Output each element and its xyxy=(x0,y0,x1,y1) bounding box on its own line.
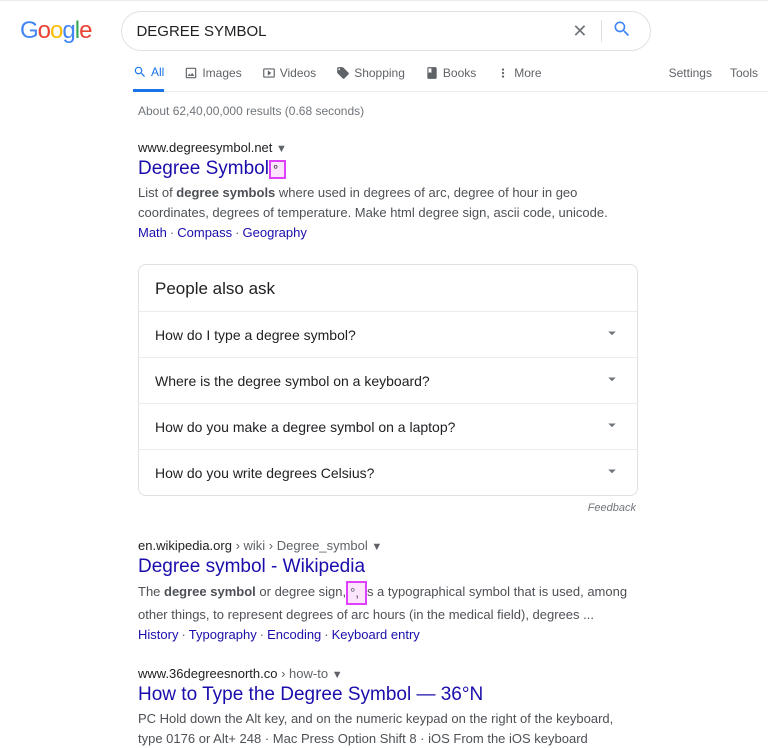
result-stats: About 62,40,00,000 results (0.68 seconds… xyxy=(138,104,638,118)
tab-images[interactable]: Images xyxy=(184,65,241,91)
sublink[interactable]: Compass xyxy=(177,225,232,240)
tab-videos[interactable]: Videos xyxy=(262,65,316,91)
search-result: en.wikipedia.org › wiki › Degree_symbol … xyxy=(138,538,638,642)
tab-label: Shopping xyxy=(354,66,405,80)
chevron-down-icon xyxy=(603,416,621,437)
sublink[interactable]: Geography xyxy=(243,225,307,240)
dropdown-icon[interactable]: ▼ xyxy=(276,143,287,155)
search-box[interactable]: ✕ xyxy=(121,11,651,51)
tab-more[interactable]: More xyxy=(496,65,541,91)
result-snippet: PC Hold down the Alt key, and on the num… xyxy=(138,709,638,748)
highlight-degree: °, xyxy=(346,581,367,605)
result-url[interactable]: en.wikipedia.org › wiki › Degree_symbol … xyxy=(138,538,638,553)
result-snippet: List of degree symbols where used in deg… xyxy=(138,183,638,222)
result-title[interactable]: How to Type the Degree Symbol — 36°N xyxy=(138,684,483,706)
chevron-down-icon xyxy=(603,324,621,345)
paa-question[interactable]: How do I type a degree symbol? xyxy=(139,311,637,357)
tab-label: Books xyxy=(443,66,476,80)
sublink[interactable]: Keyboard entry xyxy=(332,627,420,642)
search-input[interactable] xyxy=(136,23,564,40)
result-url[interactable]: www.36degreesnorth.co › how-to ▼ xyxy=(138,666,638,681)
google-logo[interactable]: Google xyxy=(20,17,91,45)
paa-question[interactable]: Where is the degree symbol on a keyboard… xyxy=(139,357,637,403)
tab-all[interactable]: All xyxy=(133,65,164,92)
paa-question[interactable]: How do you write degrees Celsius? xyxy=(139,449,637,495)
result-sublinks: History·Typography·Encoding·Keyboard ent… xyxy=(138,627,638,642)
sublink[interactable]: Typography xyxy=(189,627,257,642)
result-url[interactable]: www.degreesymbol.net ▼ xyxy=(138,140,638,155)
tab-label: More xyxy=(514,66,541,80)
result-sublinks: Math·Compass·Geography xyxy=(138,225,638,240)
tab-shopping[interactable]: Shopping xyxy=(336,65,405,91)
result-title[interactable]: Degree Symbol xyxy=(138,158,269,180)
tab-books[interactable]: Books xyxy=(425,65,476,91)
search-result: www.degreesymbol.net ▼ Degree Symbol° Li… xyxy=(138,140,638,240)
settings-link[interactable]: Settings xyxy=(669,66,712,80)
result-title[interactable]: Degree symbol - Wikipedia xyxy=(138,556,365,578)
result-snippet: The degree symbol or degree sign,°,s a t… xyxy=(138,581,638,624)
tab-label: Images xyxy=(202,66,241,80)
search-icon[interactable] xyxy=(608,19,636,44)
sublink[interactable]: Encoding xyxy=(267,627,321,642)
tab-label: All xyxy=(151,65,164,79)
people-also-ask: People also ask How do I type a degree s… xyxy=(138,264,638,496)
dropdown-icon[interactable]: ▼ xyxy=(371,541,382,553)
search-result: www.36degreesnorth.co › how-to ▼ How to … xyxy=(138,666,638,748)
sublink[interactable]: Math xyxy=(138,225,167,240)
highlight-degree: ° xyxy=(269,160,286,179)
chevron-down-icon xyxy=(603,370,621,391)
clear-icon[interactable]: ✕ xyxy=(564,21,595,42)
sublink[interactable]: History xyxy=(138,627,178,642)
feedback-link[interactable]: Feedback xyxy=(138,502,638,514)
paa-question[interactable]: How do you make a degree symbol on a lap… xyxy=(139,403,637,449)
paa-title: People also ask xyxy=(139,265,637,311)
tab-label: Videos xyxy=(280,66,316,80)
tools-link[interactable]: Tools xyxy=(730,66,758,80)
chevron-down-icon xyxy=(603,462,621,483)
divider xyxy=(601,20,602,42)
dropdown-icon[interactable]: ▼ xyxy=(332,669,343,681)
